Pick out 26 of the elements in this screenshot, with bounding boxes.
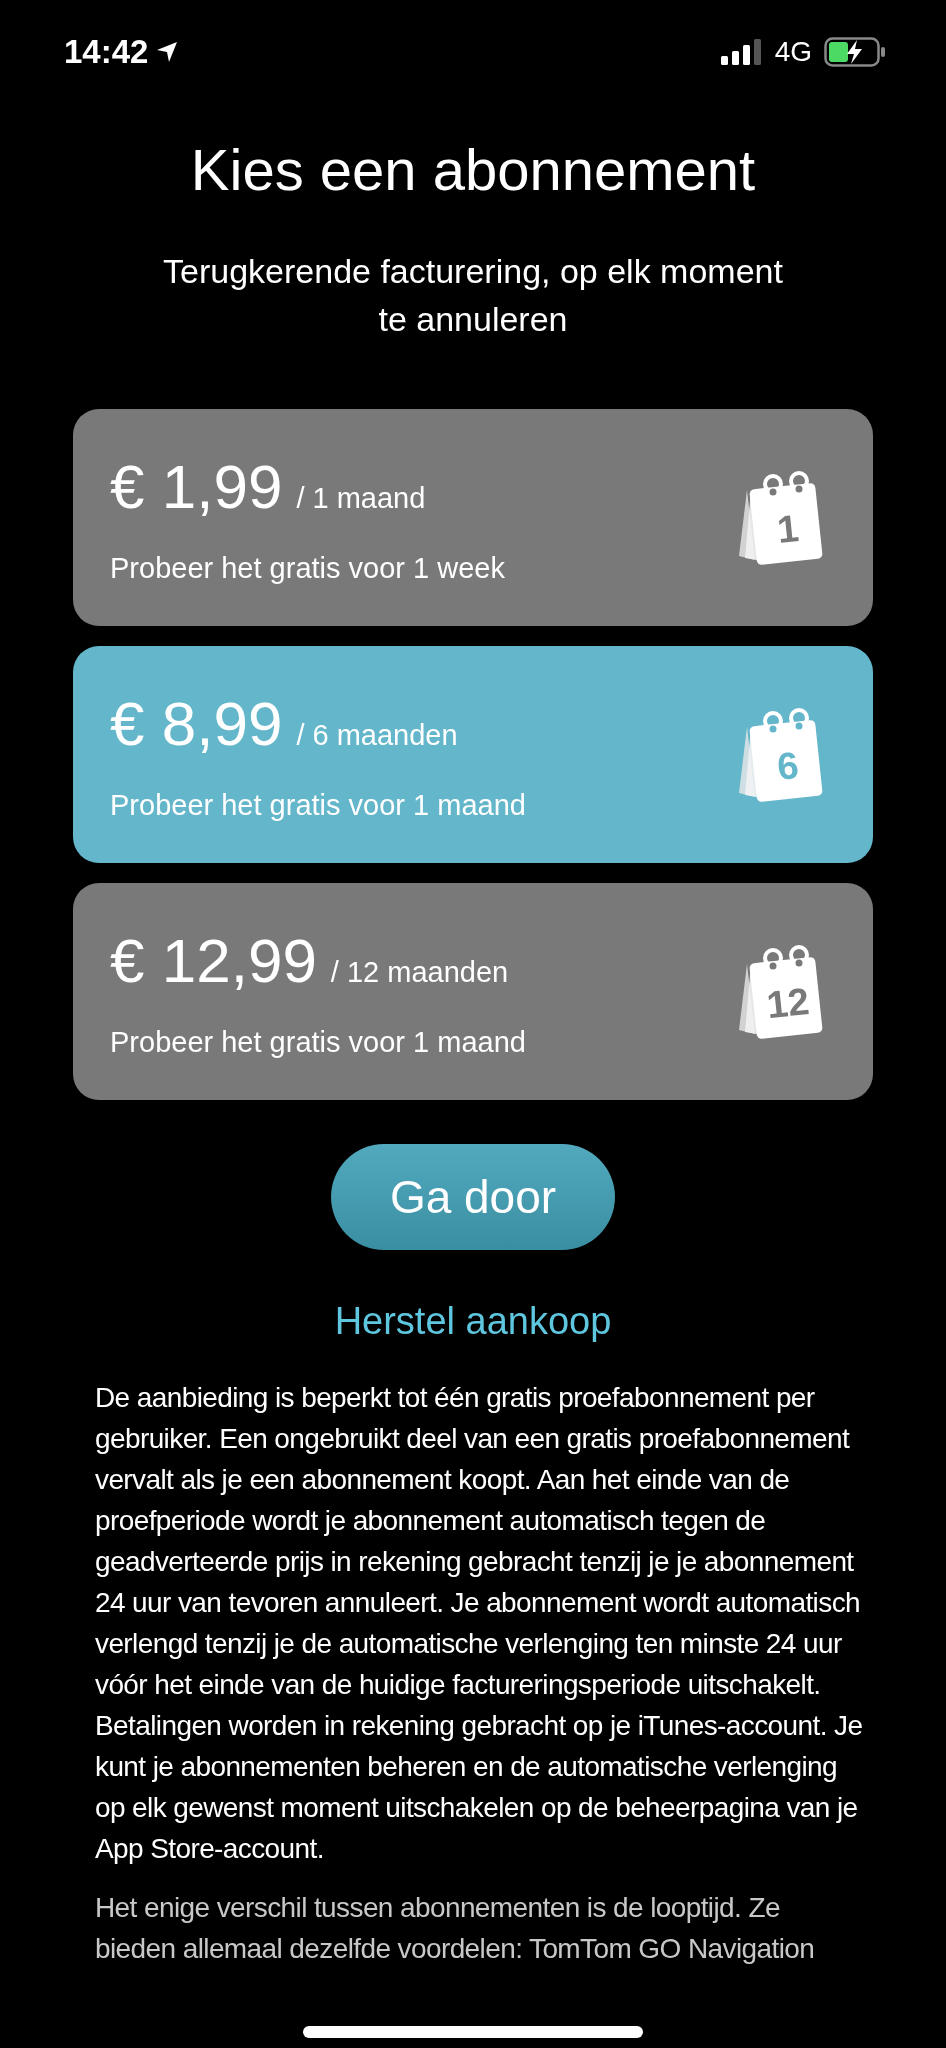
terms-paragraph: De aanbieding is beperkt tot één gratis proefabonnement per gebruiker. Een ongebruikt deel van een gratis proefabonnement vervalt als je een abonnement koopt. Aan het einde van de proefperiode wordt je abonnement automatisch tegen de geadverteerde prijs in rekening gebracht tenzij je je abonnement 24 uur van tevoren annuleert. Je abonnement wordt automatisch verlengd tenzij je de automatische verlenging ten minste 24 uur vóór het einde van de huidige factureringsperiode uitschakelt. Betalingen worden in rekening gebracht op je iTunes-account. Je kunt je abonnementen beheren en de automatische verlenging op elk gewenst moment uitschakelen op de beheerpagina van je App Store-account. bbox=[95, 1381, 864, 1866]
plan-price: € 8,99 bbox=[110, 687, 283, 759]
restore-purchase-link[interactable]: Herstel aankoop bbox=[334, 1300, 612, 1343]
plan-card[interactable]: € 12,99 / 12 maanden Probeer het gratis voor 1 maand 12 bbox=[73, 883, 873, 1100]
page-title: Kies een abonnement bbox=[189, 136, 757, 203]
plan-price: € 1,99 bbox=[110, 450, 283, 522]
calendar-number: 12 bbox=[763, 978, 813, 1028]
trial-text: Probeer het gratis voor 1 week bbox=[110, 551, 505, 585]
plan-card[interactable]: € 1,99 / 1 maand Probeer het gratis voor 1 week 1 bbox=[73, 409, 873, 626]
terms-paragraph: Het enige verschil tussen abonnementen is de looptijd. Ze bieden allemaal dezelfde voordelen: TomTom GO Navigation bbox=[95, 1891, 816, 1966]
plan-period: / 6 maanden bbox=[296, 718, 458, 752]
subtitle: Terugkerende facturering, op elk moment te annuleren bbox=[162, 251, 784, 340]
trial-text: Probeer het gratis voor 1 maand bbox=[110, 1025, 526, 1059]
clock-time: 14:42 bbox=[64, 33, 149, 71]
calendar-number: 1 bbox=[774, 505, 802, 553]
location-arrow-icon bbox=[156, 41, 179, 63]
continue-button[interactable]: Ga door bbox=[331, 1144, 615, 1250]
trial-text: Probeer het gratis voor 1 maand bbox=[110, 788, 526, 822]
plan-card[interactable]: € 8,99 / 6 maanden Probeer het gratis voor 1 maand 6 bbox=[73, 646, 873, 863]
plan-period: / 12 maanden bbox=[330, 955, 509, 989]
plan-period: / 1 maand bbox=[296, 481, 426, 515]
calendar-number: 6 bbox=[774, 742, 802, 790]
battery-charging-icon bbox=[824, 37, 886, 67]
network-label: 4G bbox=[774, 36, 812, 68]
signal-icon bbox=[720, 39, 763, 65]
plan-price: € 12,99 bbox=[110, 924, 317, 996]
